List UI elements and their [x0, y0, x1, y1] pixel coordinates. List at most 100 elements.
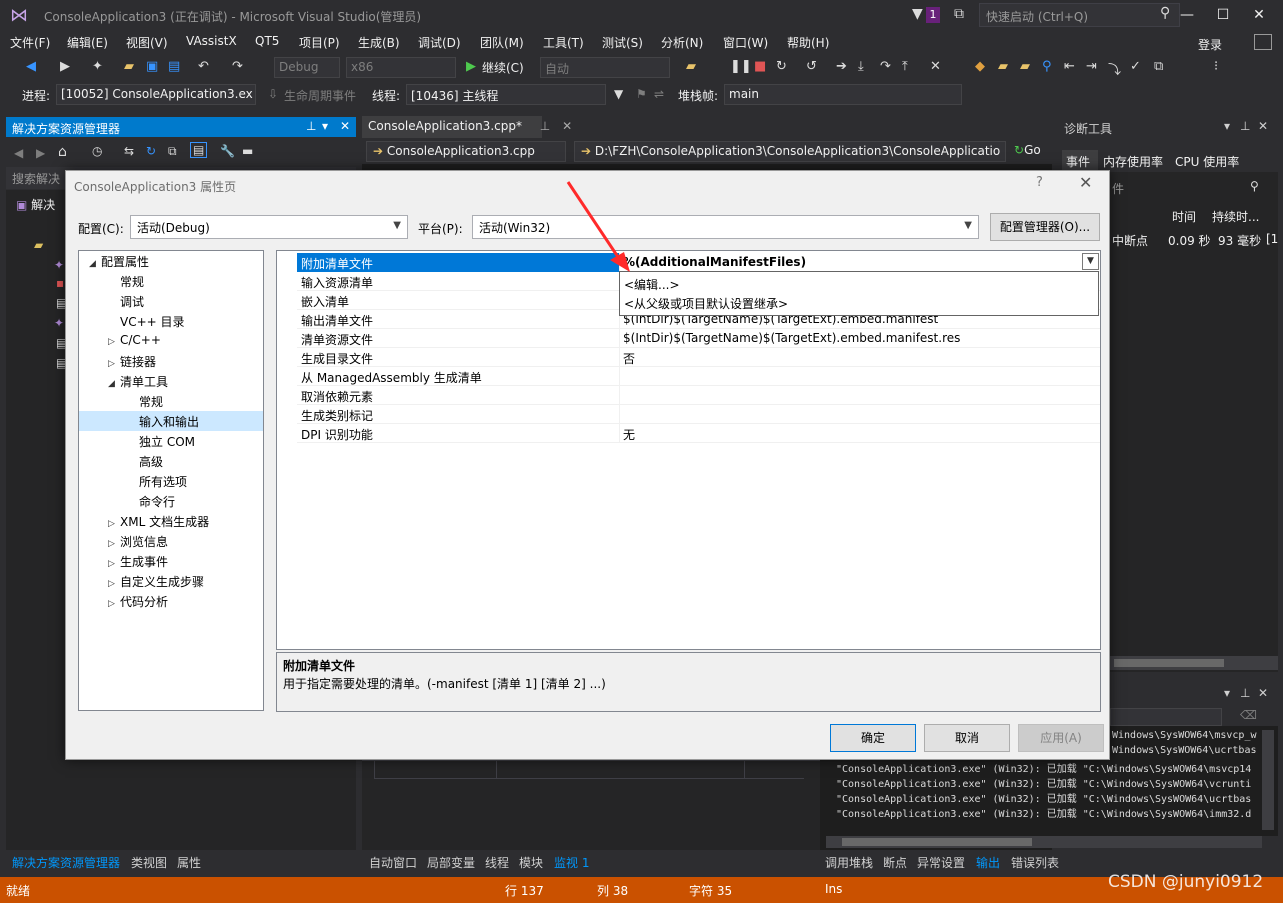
tree-item[interactable]: 输入和输出 [79, 411, 263, 431]
collapse-icon[interactable]: ◢ [108, 379, 120, 389]
new-project-icon[interactable]: ✦ [92, 59, 103, 74]
lifecycle-events-button[interactable]: 生命周期事件 [284, 87, 356, 104]
dropdown-toggle-button[interactable]: ▼ [1082, 253, 1099, 270]
account-icon[interactable] [1254, 34, 1272, 50]
tab-modules[interactable]: 模块 [519, 854, 543, 871]
tab-call-stack[interactable]: 调用堆栈 [825, 854, 873, 871]
home-icon[interactable]: ⌂ [58, 144, 67, 160]
menu-edit[interactable]: 编辑(E) [67, 34, 108, 51]
expand-icon[interactable]: ▷ [108, 359, 120, 369]
pin-icon[interactable]: ⊥ [306, 119, 316, 133]
tree-item[interactable]: 常规 [79, 391, 263, 411]
menu-team[interactable]: 团队(M) [480, 34, 524, 51]
tree-item[interactable]: ◢ 配置属性 [79, 251, 263, 271]
nav-forward-icon[interactable]: ⇥ [1086, 59, 1097, 74]
expand-icon[interactable]: ▷ [108, 559, 120, 569]
dropdown-option-edit[interactable]: <编辑...> [624, 276, 680, 293]
nav-back-icon[interactable]: ⇤ [1064, 59, 1075, 74]
close-button[interactable]: ✕ [1242, 2, 1276, 28]
tab-output[interactable]: 输出 [976, 854, 1000, 871]
tool-c-icon[interactable]: ▰ [1020, 59, 1030, 74]
flag-thread-icon[interactable]: ⚑ [636, 87, 647, 101]
stop-icon[interactable]: ■ [754, 59, 766, 74]
platform-select[interactable]: 活动(Win32) ▼ [472, 215, 979, 239]
breakpoint-toggle-icon[interactable]: ✕ [930, 59, 941, 74]
property-value[interactable]: $(IntDir)$(TargetName)$(TargetExt).embed… [623, 331, 960, 345]
column-time[interactable]: 时间 [1172, 208, 1196, 225]
lifecycle-events-icon[interactable]: ⇩ [268, 87, 278, 101]
tree-item[interactable]: ▷ 链接器 [79, 351, 263, 371]
vertical-scrollbar[interactable] [1262, 730, 1274, 830]
properties-wrench-icon[interactable]: 🔧 [220, 144, 235, 158]
close-panel-icon[interactable]: ✕ [1258, 119, 1268, 133]
event-name[interactable]: 中断点 [1112, 232, 1148, 249]
back-icon[interactable]: ◀ [26, 59, 36, 74]
dropdown-icon[interactable]: ▾ [1224, 119, 1230, 133]
tree-item[interactable]: 命令行 [79, 491, 263, 511]
tool-a-icon[interactable]: ◆ [975, 59, 985, 74]
open-folder-icon[interactable]: ▰ [124, 59, 134, 74]
close-panel-icon[interactable]: ✕ [1258, 686, 1268, 700]
column-duration[interactable]: 持续时... [1212, 208, 1259, 225]
navigation-path-select[interactable]: ➔ D:\FZH\ConsoleApplication3\ConsoleAppl… [574, 141, 1006, 162]
solution-platform-select[interactable]: x86 [346, 57, 456, 78]
tree-item[interactable]: ▷ 代码分析 [79, 591, 263, 611]
tree-item[interactable]: ▷ XML 文档生成器 [79, 511, 263, 531]
configuration-select[interactable]: 活动(Debug) ▼ [130, 215, 408, 239]
menu-view[interactable]: 视图(V) [126, 34, 168, 51]
configuration-manager-button[interactable]: 配置管理器(O)... [990, 213, 1100, 241]
menu-test[interactable]: 测试(S) [602, 34, 643, 51]
refresh-icon[interactable]: ↻ [146, 144, 156, 158]
tab-error-list[interactable]: 错误列表 [1011, 854, 1059, 871]
property-row[interactable]: 生成类别标记 [297, 405, 1100, 424]
horizontal-scrollbar[interactable] [826, 836, 1262, 848]
restart-icon[interactable]: ↻ [776, 59, 787, 74]
horizontal-scrollbar[interactable] [1110, 656, 1278, 670]
tab-cpu-usage[interactable]: CPU 使用率 [1175, 153, 1239, 170]
step-into-icon[interactable]: ⤓ [858, 59, 864, 74]
thread-select[interactable]: [10436] 主线程 [406, 84, 606, 105]
tree-item[interactable]: ▷ 生成事件 [79, 551, 263, 571]
property-row[interactable]: DPI 识别功能 无 [297, 424, 1100, 443]
undo-icon[interactable]: ↶ [198, 59, 209, 74]
property-value[interactable]: %(AdditionalManifestFiles) [623, 255, 806, 269]
feedback-icon[interactable]: ⧉ [954, 6, 964, 22]
dropdown-option-inherit[interactable]: <从父级或项目默认设置继承> [624, 295, 788, 312]
sync-icon[interactable]: ⇆ [124, 144, 134, 158]
property-row[interactable]: 取消依赖元素 [297, 386, 1100, 405]
cancel-button[interactable]: 取消 [924, 724, 1010, 752]
tab-exception-settings[interactable]: 异常设置 [917, 854, 965, 871]
menu-debug[interactable]: 调试(D) [418, 34, 461, 51]
expand-icon[interactable]: ▷ [108, 579, 120, 589]
watch-window[interactable] [362, 760, 820, 850]
diagnostic-tools-header[interactable]: 诊断工具 ▾ ⊥ ✕ [1058, 117, 1278, 137]
tab-watch-1[interactable]: 监视 1 [554, 854, 589, 871]
events-search[interactable]: 件 [1112, 180, 1124, 197]
property-value[interactable]: 无 [623, 426, 635, 443]
tab-breakpoints[interactable]: 断点 [883, 854, 907, 871]
search-icon[interactable]: ⚲ [1250, 179, 1259, 193]
expand-icon[interactable]: ▷ [108, 337, 120, 347]
tab-solution-explorer[interactable]: 解决方案资源管理器 [12, 854, 120, 871]
close-panel-icon[interactable]: ✕ [340, 119, 350, 133]
pin-icon[interactable]: ⊥ [540, 119, 550, 133]
tree-item[interactable]: 所有选项 [79, 471, 263, 491]
preview-icon[interactable]: ▬ [242, 144, 253, 158]
flag-all-icon[interactable]: ⇌ [654, 87, 664, 101]
solution-explorer-header[interactable]: 解决方案资源管理器 ⊥ ▾ ✕ [6, 117, 356, 137]
tab-properties[interactable]: 属性 [177, 854, 201, 871]
show-next-statement-icon[interactable]: ➔ [836, 59, 847, 74]
notification-filter-icon[interactable]: ▼ [912, 6, 923, 22]
pin-icon[interactable]: ⊥ [1240, 119, 1250, 133]
menu-window[interactable]: 窗口(W) [723, 34, 768, 51]
continue-play-icon[interactable]: ▶ [466, 59, 476, 74]
bookmark-icon[interactable]: ⤵ [1108, 59, 1121, 78]
tree-item[interactable]: 调试 [79, 291, 263, 311]
menu-vassistx[interactable]: VAssistX [186, 34, 237, 48]
tab-memory-usage[interactable]: 内存使用率 [1103, 153, 1163, 170]
continue-button[interactable]: 继续(C) [482, 59, 524, 76]
tree-item[interactable]: ▷ 自定义生成步骤 [79, 571, 263, 591]
minimize-button[interactable]: — [1170, 2, 1204, 28]
tree-item[interactable]: ▷ 浏览信息 [79, 531, 263, 551]
tool-b-icon[interactable]: ▰ [998, 59, 1008, 74]
